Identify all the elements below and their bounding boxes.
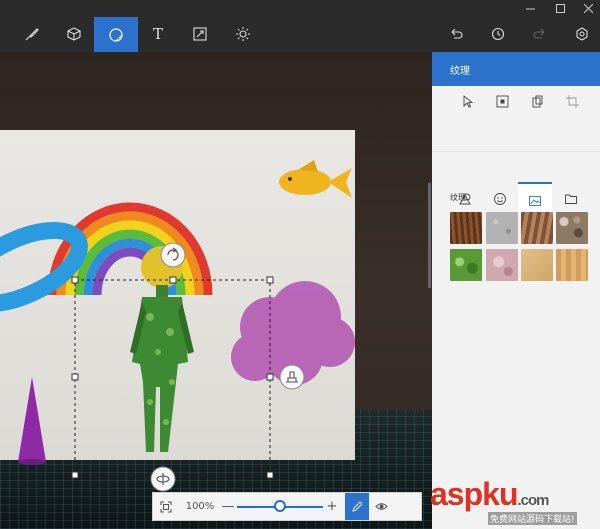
history-icon xyxy=(491,27,505,41)
resize-handle-sw[interactable] xyxy=(71,471,79,479)
zoom-percent: 100% xyxy=(185,501,215,512)
scene-canvas[interactable] xyxy=(0,52,432,529)
canvas-workspace[interactable] xyxy=(0,52,432,529)
watermark-brand: aspku xyxy=(430,476,518,512)
purple-cone[interactable] xyxy=(18,377,46,465)
brush-tool-button[interactable] xyxy=(10,16,54,52)
cube-icon xyxy=(67,27,81,41)
zoom-bar: 100% — + xyxy=(152,492,422,521)
canvas-scrollbar[interactable] xyxy=(428,183,431,288)
3d-shapes-tool-button[interactable] xyxy=(52,16,96,52)
zoom-slider[interactable] xyxy=(235,493,325,520)
zoom-out-button[interactable]: — xyxy=(221,499,235,514)
maximize-button[interactable] xyxy=(546,0,574,16)
textures-section-label: 纹理 xyxy=(450,193,466,202)
remix3d-icon xyxy=(576,27,588,41)
select-icon xyxy=(463,94,473,108)
resize-handle-e[interactable] xyxy=(266,373,274,381)
tab-folder[interactable] xyxy=(554,182,588,216)
crop-button[interactable] xyxy=(563,92,581,110)
effects-tool-button[interactable] xyxy=(221,16,265,52)
text-tool-button[interactable]: T xyxy=(136,16,180,52)
eye-icon xyxy=(374,503,388,510)
close-button[interactable] xyxy=(574,0,600,16)
watermark-subtitle: 免费网站源码下载站! xyxy=(488,512,577,525)
close-icon xyxy=(583,3,593,13)
redo-icon xyxy=(533,28,545,39)
texture-swatch-pine[interactable] xyxy=(556,249,588,281)
zoom-slider-thumb[interactable] xyxy=(274,500,286,512)
sun-icon xyxy=(236,27,250,41)
fit-screen-icon xyxy=(160,500,172,513)
texture-swatch-pebbles[interactable] xyxy=(556,212,588,244)
copy-icon xyxy=(532,95,542,107)
history-button[interactable] xyxy=(476,16,520,52)
sticker-icon xyxy=(109,27,123,42)
fish-sticker[interactable] xyxy=(279,160,352,198)
resize-handle-ne[interactable] xyxy=(266,276,274,284)
texture-swatch-sand[interactable] xyxy=(521,249,553,281)
panel-title: 纹理 xyxy=(432,52,600,86)
center-button[interactable] xyxy=(493,92,511,110)
resize-handle-se[interactable] xyxy=(266,471,274,479)
rotate-z-handle[interactable] xyxy=(160,242,186,268)
rotate-x-handle[interactable] xyxy=(150,466,176,492)
undo-icon xyxy=(451,28,463,39)
resize-handle-w[interactable] xyxy=(71,373,79,381)
text-icon: T xyxy=(152,25,163,43)
resize-icon xyxy=(193,27,207,41)
pen-mode-button[interactable] xyxy=(345,493,369,520)
texture-swatch-wood-bark[interactable] xyxy=(450,212,482,244)
fit-to-screen-button[interactable] xyxy=(153,493,179,520)
crop-icon xyxy=(565,94,579,108)
minimize-button[interactable] xyxy=(516,0,544,16)
texture-swatch-wood-grain[interactable] xyxy=(521,212,553,244)
remix3d-button[interactable] xyxy=(560,16,600,52)
zoom-in-button[interactable]: + xyxy=(325,499,339,514)
pen-icon xyxy=(352,500,363,512)
folder-icon xyxy=(565,194,577,204)
view-mode-button[interactable] xyxy=(369,493,393,520)
redo-button[interactable] xyxy=(518,16,562,52)
canvas-tool-button[interactable] xyxy=(178,16,222,52)
mode-toolbar xyxy=(432,86,600,152)
stamp-handle[interactable] xyxy=(279,364,305,390)
top-toolbar: T xyxy=(0,0,600,53)
undo-button[interactable] xyxy=(434,16,478,52)
resize-handle-n[interactable] xyxy=(169,276,177,284)
center-icon xyxy=(496,95,508,107)
watermark-suffix: .com xyxy=(517,492,549,509)
minimize-icon xyxy=(525,8,535,9)
image-icon xyxy=(529,195,541,206)
texture-swatch-granite[interactable] xyxy=(486,212,518,244)
stickers-tool-button[interactable] xyxy=(94,17,138,52)
maximize-icon xyxy=(555,3,565,13)
stickers-panel: 纹理 纹理 xyxy=(432,52,600,529)
select-button[interactable] xyxy=(458,92,476,110)
copy-button[interactable] xyxy=(528,92,546,110)
blue-torus[interactable] xyxy=(0,215,90,318)
texture-swatch-leaves[interactable] xyxy=(450,249,482,281)
smiley-icon xyxy=(494,193,506,205)
resize-handle-nw[interactable] xyxy=(71,276,79,284)
texture-swatch-marble-pink[interactable] xyxy=(486,249,518,281)
brush-icon xyxy=(25,28,39,41)
tab-stickers[interactable] xyxy=(483,182,517,216)
aspku-watermark: aspku.com 免费网站源码下载站! xyxy=(430,476,600,529)
